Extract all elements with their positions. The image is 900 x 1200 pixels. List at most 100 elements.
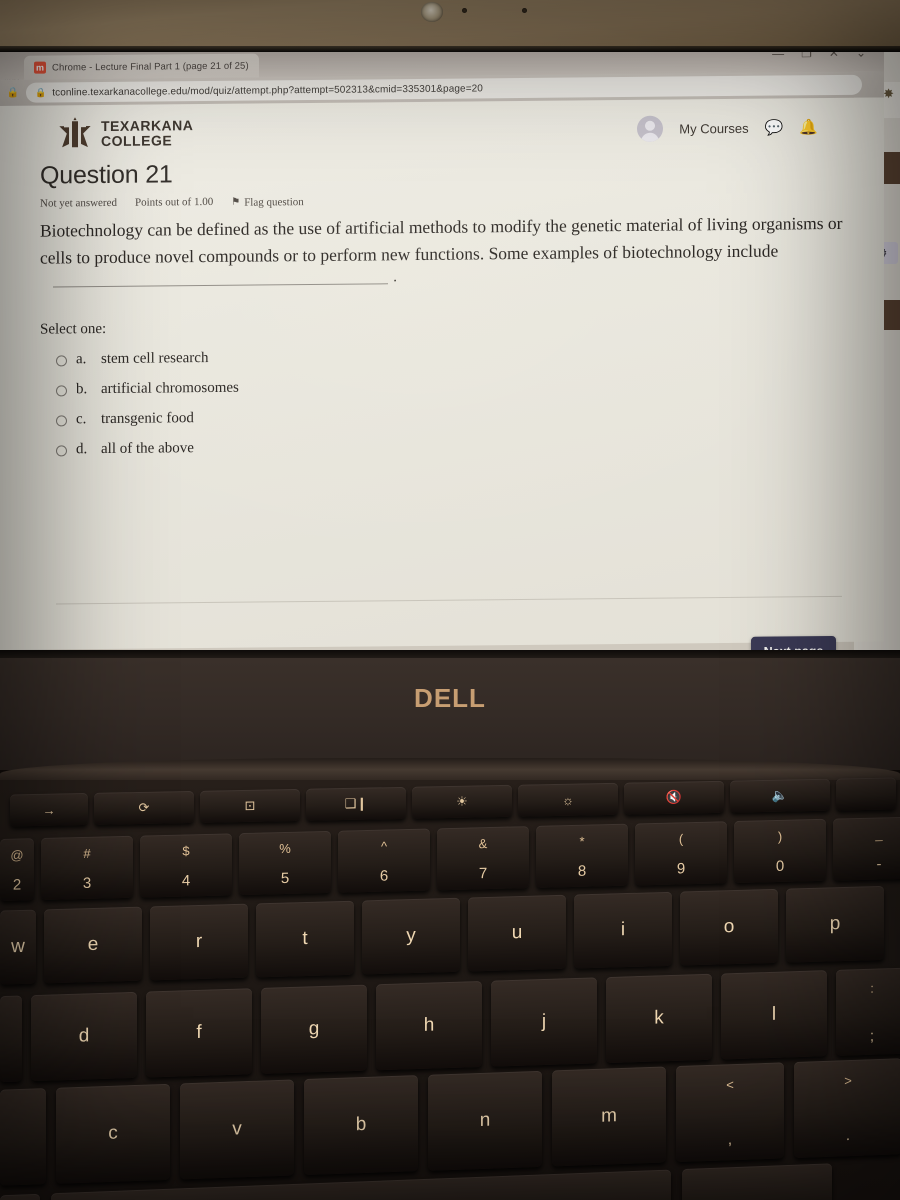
key-r[interactable]: r <box>150 903 248 981</box>
chat-bubble-icon[interactable]: 💬 <box>765 119 784 136</box>
function-key-icon[interactable]: 🔈 <box>730 778 830 813</box>
next-page-button[interactable]: Next page <box>751 635 836 650</box>
dell-logo: DELL <box>414 683 486 713</box>
key-label: t <box>302 927 308 950</box>
key-0[interactable]: ) 0 <box>734 818 826 884</box>
key-u[interactable]: u <box>468 894 566 972</box>
key-label: 5 <box>280 869 290 887</box>
browser-tab[interactable]: m Chrome - Lecture Final Part 1 (page 21… <box>24 53 259 80</box>
key-.[interactable]: >. <box>794 1058 900 1158</box>
key-blank[interactable] <box>0 1193 40 1200</box>
key-w[interactable]: w <box>0 909 36 985</box>
key-e[interactable]: e <box>44 906 142 984</box>
key-9[interactable]: (9 <box>635 821 727 886</box>
key-h[interactable]: h <box>376 980 482 1071</box>
avatar[interactable] <box>637 115 664 142</box>
secure-lock-icon: 🔒 <box>35 87 47 98</box>
key-blank[interactable] <box>0 995 22 1083</box>
key-shift-label: : <box>870 980 874 996</box>
microphone-hole-icon <box>522 8 527 13</box>
answer-options: a. stem cell research b. artificial chro… <box>40 338 845 466</box>
key-2[interactable]: @2 <box>0 838 34 901</box>
function-key-icon[interactable]: ⊡ <box>200 788 300 823</box>
key-label: k <box>654 1007 664 1029</box>
key-g[interactable]: g <box>261 984 367 1074</box>
question-meta: Not yet answered Points out of 1.00 ⚑ Fl… <box>40 190 845 210</box>
key-label: - <box>876 855 882 873</box>
key-label: b <box>355 1113 367 1136</box>
key-b[interactable]: b <box>304 1075 418 1176</box>
key-label: f <box>196 1021 202 1043</box>
laptop-top-bezel <box>0 0 900 52</box>
option-letter: b. <box>76 380 88 398</box>
key-label: j <box>541 1010 547 1033</box>
radio-button[interactable] <box>56 415 67 427</box>
function-key-icon[interactable]: ☼ <box>518 782 618 817</box>
key-3[interactable]: #3 <box>41 835 133 900</box>
key-p[interactable]: p <box>786 885 884 963</box>
key-j[interactable]: j <box>491 977 597 1067</box>
key-shift-label: & <box>478 835 488 851</box>
radio-button[interactable] <box>56 445 67 457</box>
key-label: . <box>845 1127 851 1145</box>
key-shift-label: < <box>726 1077 734 1093</box>
maximize-icon[interactable]: ❐ <box>801 52 812 60</box>
key-label: r <box>195 930 203 953</box>
key-n[interactable]: n <box>428 1070 542 1171</box>
key-4[interactable]: $4 <box>140 833 232 898</box>
key-,[interactable]: <, <box>676 1062 784 1163</box>
moodle-favicon: m <box>34 61 46 74</box>
my-courses-link[interactable]: My Courses <box>679 120 748 136</box>
keyboard-qwerty-row: w e r t y u i o p <box>0 885 900 985</box>
key-label: 0 <box>775 857 785 875</box>
radio-button[interactable] <box>56 355 67 367</box>
key-blank[interactable] <box>836 777 896 811</box>
option-text: artificial chromosomes <box>101 379 239 397</box>
key-o[interactable]: o <box>680 888 778 966</box>
microphone-hole-icon <box>462 8 467 13</box>
key-label: e <box>87 933 99 956</box>
chevron-down-icon[interactable]: ⌄ <box>856 52 866 60</box>
function-key-glyph: ⊡ <box>244 797 256 813</box>
question-card: Question 21 Not yet answered Points out … <box>40 154 845 466</box>
key--[interactable]: _ - <box>833 816 900 881</box>
key-c[interactable]: c <box>56 1083 170 1184</box>
key-t[interactable]: t <box>256 900 354 978</box>
key-l[interactable]: l <box>721 970 827 1060</box>
key-i[interactable]: i <box>574 891 672 969</box>
function-key-icon[interactable]: → <box>10 792 88 827</box>
puzzle-extension-icon[interactable]: ✸ <box>883 86 894 102</box>
key-6[interactable]: ^ 6 <box>338 828 430 893</box>
texarkana-college-logo[interactable]: TEXARKANA COLLEGE <box>58 116 193 151</box>
function-key-icon[interactable]: ☀ <box>412 784 512 819</box>
key-k[interactable]: k <box>606 973 712 1064</box>
minimize-icon[interactable]: — <box>772 52 784 61</box>
webcam-icon <box>421 2 443 22</box>
key-m[interactable]: m <box>552 1066 666 1167</box>
function-key-icon[interactable]: 🔇 <box>624 780 724 815</box>
key-d[interactable]: d <box>31 991 137 1082</box>
key-blank[interactable] <box>682 1163 832 1200</box>
radio-button[interactable] <box>56 385 67 397</box>
key-shift-label: ^ <box>380 838 388 854</box>
key-label: o <box>723 916 735 938</box>
key-label: 8 <box>577 862 587 880</box>
function-key-glyph: → <box>42 802 56 818</box>
bell-icon[interactable]: 🔔 <box>799 119 818 136</box>
flag-question-button[interactable]: ⚑ Flag question <box>231 196 304 209</box>
question-text: Biotechnology can be defined as the use … <box>40 212 843 268</box>
key-f[interactable]: f <box>146 988 252 1078</box>
key-blank[interactable] <box>0 1088 46 1186</box>
function-key-icon[interactable]: ⟳ <box>94 790 194 825</box>
key-v[interactable]: v <box>180 1079 294 1180</box>
key-8[interactable]: * 8 <box>536 823 628 888</box>
key-;[interactable]: :; <box>836 967 900 1056</box>
key-y[interactable]: y <box>362 897 460 975</box>
select-one-label: Select one: <box>40 320 107 338</box>
key-7[interactable]: & 7 <box>437 826 529 891</box>
function-key-icon[interactable]: ❑❙ <box>306 786 406 821</box>
key-5[interactable]: % 5 <box>239 830 331 896</box>
close-icon[interactable]: ✕ <box>829 52 839 60</box>
option-letter: c. <box>76 410 87 428</box>
answer-option-d[interactable]: d. all of the above <box>56 428 845 466</box>
